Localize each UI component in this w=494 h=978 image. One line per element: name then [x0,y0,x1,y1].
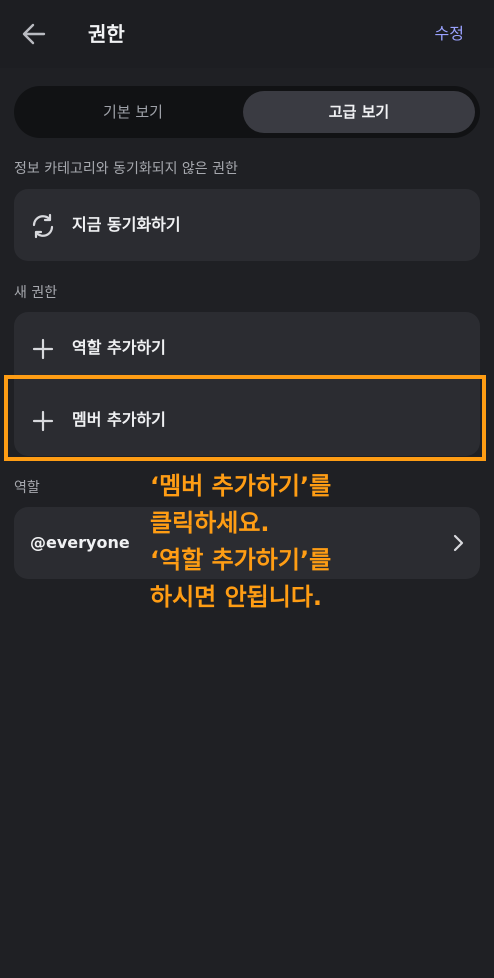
plus-icon [30,408,56,434]
arrow-left-icon [22,23,46,45]
tab-basic-view[interactable]: 기본 보기 [19,91,247,133]
edit-button[interactable]: 수정 [435,22,464,46]
add-member-label: 멤버 추가하기 [72,410,166,429]
back-button[interactable] [18,20,50,48]
annotation-line: ‘역할 추가하기’를 [150,546,332,574]
section-label-unsynced: 정보 카테고리와 동기화되지 않은 권한 [14,161,238,177]
section-label-roles: 역할 [14,480,40,496]
view-toggle: 기본 보기 고급 보기 [14,86,480,138]
annotation-line: ‘멤버 추가하기’를 [150,472,332,500]
add-role-label: 역할 추가하기 [72,338,166,357]
sync-now-label: 지금 동기화하기 [72,215,181,234]
chevron-right-icon [448,533,468,553]
sync-icon [30,213,56,239]
role-everyone-label: @everyone [30,533,130,552]
sync-now-button[interactable]: 지금 동기화하기 [14,189,480,261]
page-title: 권한 [88,22,125,46]
section-label-new-permission: 새 권한 [14,285,58,301]
plus-icon [30,336,56,362]
tab-advanced-view[interactable]: 고급 보기 [243,91,475,133]
annotation-line: 하시면 안됩니다. [150,583,323,611]
add-role-button[interactable]: 역할 추가하기 [14,312,480,384]
annotation-line: 클릭하세요. [150,509,270,537]
add-member-button[interactable]: 멤버 추가하기 [14,384,480,456]
top-app-bar: 권한 수정 [0,0,494,68]
instruction-annotation: ‘멤버 추가하기’를 클릭하세요. ‘역할 추가하기’를 하시면 안됩니다. [150,468,331,616]
sync-card: 지금 동기화하기 [14,189,480,261]
new-permission-card: 역할 추가하기 멤버 추가하기 [14,312,480,456]
